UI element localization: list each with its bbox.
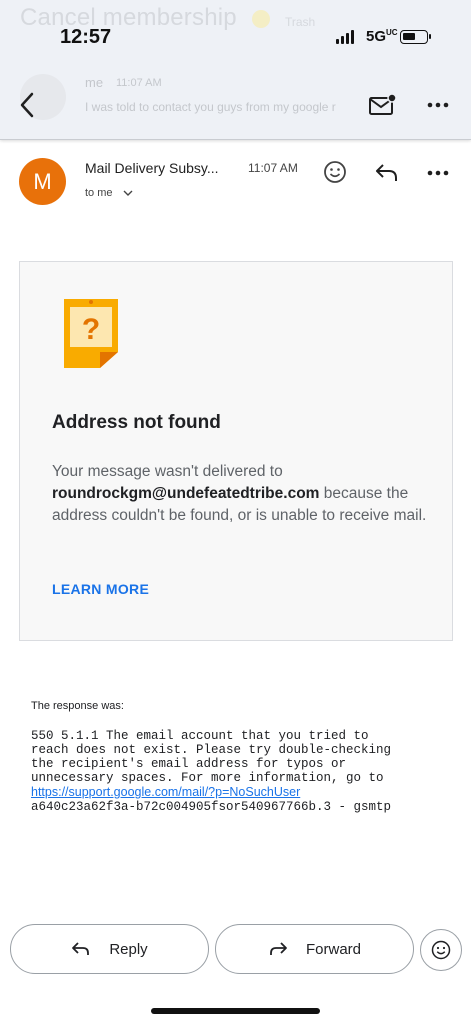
recipient-details-toggle[interactable]: to me — [85, 187, 133, 199]
network-indicator: 5GUC — [366, 28, 398, 45]
star-icon — [252, 10, 270, 28]
home-indicator[interactable] — [151, 1008, 320, 1014]
forward-icon — [270, 942, 287, 955]
folder-label: Trash — [285, 15, 316, 29]
bounce-message-prefix: Your message wasn't delivered to — [52, 463, 283, 480]
response-text: 550 5.1.1 The email account that you tri… — [31, 729, 441, 814]
recipient-label: to me — [85, 187, 113, 199]
battery-icon — [400, 30, 431, 44]
previous-message-sender: me — [85, 75, 104, 90]
bounced-address: roundrockgm@undefeatedtribe.com — [52, 485, 320, 502]
previous-message-snippet: I was told to contact you guys from my g… — [85, 100, 336, 114]
smiley-icon — [431, 940, 451, 960]
more-horizontal-icon — [427, 102, 449, 108]
mark-unread-button[interactable] — [368, 93, 398, 117]
forward-label: Forward — [305, 940, 361, 958]
unknown-address-icon: ? — [64, 299, 118, 368]
smiley-icon — [324, 161, 346, 183]
response-code-text: 550 5.1.1 The email account that you tri… — [31, 729, 392, 785]
sender-avatar: M — [19, 158, 66, 205]
reply-button[interactable]: Reply — [10, 924, 209, 974]
reply-icon-button[interactable] — [374, 162, 400, 184]
response-trailer: a640c23a62f3a-b72c004905fsor540967766b.3… — [31, 800, 392, 814]
message-more-button[interactable] — [424, 162, 452, 184]
more-options-button[interactable] — [424, 94, 452, 116]
reply-icon — [72, 942, 90, 955]
add-reaction-button[interactable] — [323, 160, 347, 184]
forward-button[interactable]: Forward — [215, 924, 414, 974]
status-time: 12:57 — [60, 26, 112, 48]
support-link[interactable]: https://support.google.com/mail/?p=NoSuc… — [31, 785, 300, 799]
svg-text:?: ? — [82, 313, 100, 346]
message-time: 11:07 AM — [248, 161, 298, 175]
previous-message-time: 11:07 AM — [116, 77, 162, 89]
sender-name: Mail Delivery Subsy... — [85, 160, 219, 176]
back-button[interactable] — [14, 90, 40, 120]
back-arrow-icon — [20, 92, 34, 118]
signal-icon — [336, 30, 354, 44]
mail-unread-icon — [369, 93, 397, 115]
bounce-title: Address not found — [52, 412, 221, 433]
bounce-notice-card: ? Address not found Your message wasn't … — [19, 261, 453, 641]
reply-label: Reply — [109, 940, 148, 958]
reply-icon — [376, 164, 397, 181]
chevron-down-icon — [123, 190, 133, 196]
subject-title: Cancel membership — [20, 4, 237, 31]
app-header: Cancel membership Trash 12:57 5GUC me 11… — [0, 0, 471, 140]
bounce-message: Your message wasn't delivered to roundro… — [52, 461, 432, 527]
emoji-reaction-button[interactable] — [420, 929, 462, 971]
response-label: The response was: — [31, 700, 124, 712]
learn-more-link[interactable]: LEARN MORE — [52, 581, 149, 597]
more-horizontal-icon — [427, 170, 449, 176]
